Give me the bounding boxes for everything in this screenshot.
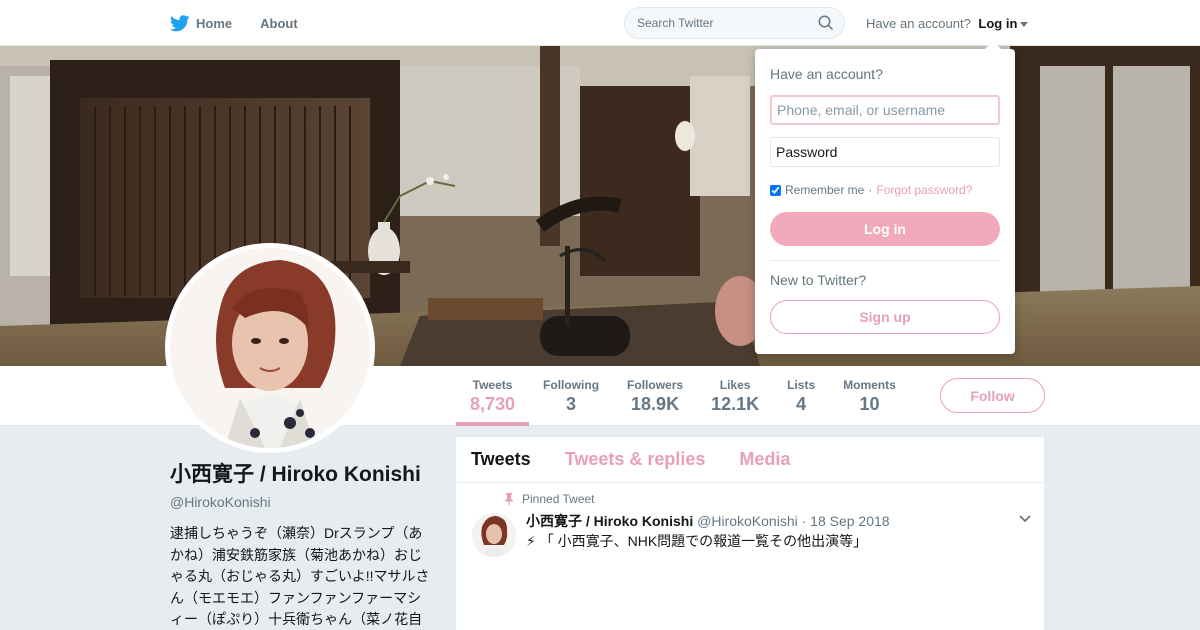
stat-value: 12.1K <box>711 394 760 414</box>
search-input[interactable] <box>637 16 818 30</box>
username-field[interactable] <box>770 95 1000 125</box>
tweet-author-name[interactable]: 小西寛子 / Hiroko Konishi <box>526 513 693 529</box>
follow-button[interactable]: Follow <box>940 378 1045 413</box>
profile-handle[interactable]: @HirokoKonishi <box>170 494 435 510</box>
forgot-password-link[interactable]: Forgot password? <box>876 183 972 197</box>
tab-tweets-replies[interactable]: Tweets & replies <box>565 449 706 470</box>
separator-dot: · <box>868 183 873 197</box>
stat-value: 4 <box>796 394 807 414</box>
pinned-indicator: Pinned Tweet <box>504 492 595 506</box>
search-icon[interactable] <box>818 15 834 31</box>
profile-info: 小西寛子 / Hiroko Konishi @HirokoKonishi 逮捕し… <box>170 462 435 630</box>
stat-label: Lists <box>787 378 816 392</box>
top-nav: Home About Have an account? Log in <box>0 0 1200 46</box>
profile-bio: 逮捕しちゃうぞ（瀬奈）Drスランプ（あかね）浦安鉄筋家族（菊池あかね）おじゃる丸… <box>170 525 430 627</box>
remember-label: Remember me <box>785 183 865 197</box>
stat-tweets[interactable]: Tweets 8,730 <box>456 366 530 426</box>
signup-button[interactable]: Sign up <box>770 300 1000 334</box>
tweet-author-handle[interactable]: @HirokoKonishi <box>697 513 798 529</box>
login-link[interactable]: Log in <box>978 15 1029 31</box>
stat-label: Followers <box>627 378 684 392</box>
stat-followers[interactable]: Followers 18.9K <box>613 366 697 426</box>
remember-row: Remember me · Forgot password? <box>770 183 972 197</box>
pinned-label: Pinned Tweet <box>522 492 595 506</box>
divider <box>770 260 1000 261</box>
login-link-label: Log in <box>978 15 1018 31</box>
password-field[interactable] <box>770 137 1000 167</box>
have-account: Have an account? Log in <box>866 15 1029 31</box>
stat-label: Tweets <box>472 378 513 392</box>
login-dropdown: Have an account? Remember me · Forgot pa… <box>755 41 1015 354</box>
tweet-header: 小西寛子 / Hiroko Konishi @HirokoKonishi · 1… <box>526 511 890 531</box>
login-dropdown-title: Have an account? <box>770 66 883 82</box>
timeline-tabs: Tweets Tweets & replies Media <box>456 437 1044 483</box>
stat-lists[interactable]: Lists 4 <box>773 366 829 426</box>
caret-down-icon <box>1020 21 1029 27</box>
chevron-down-icon[interactable] <box>1019 515 1031 523</box>
search-box <box>624 7 845 39</box>
nav-right: Have an account? Log in <box>624 7 1029 39</box>
login-button[interactable]: Log in <box>770 212 1000 246</box>
new-to-twitter-text: New to Twitter? <box>770 272 867 288</box>
avatar-image <box>170 248 370 448</box>
stat-label: Likes <box>719 378 751 392</box>
stat-moments[interactable]: Moments 10 <box>829 366 910 426</box>
stat-label: Following <box>543 378 600 392</box>
nav-left: Home About <box>170 0 298 46</box>
nav-home-label: Home <box>196 15 233 31</box>
stat-value: 18.9K <box>631 394 680 414</box>
profile-avatar[interactable] <box>165 243 375 453</box>
stat-value: 3 <box>566 394 577 414</box>
stat-value: 8,730 <box>470 394 516 414</box>
profile-stats: Tweets 8,730 Following 3 Followers 18.9K… <box>456 366 910 426</box>
remember-checkbox[interactable] <box>770 184 781 196</box>
stat-following[interactable]: Following 3 <box>529 366 613 426</box>
pinned-tweet[interactable]: Pinned Tweet 小西寛子 / Hiroko Konishi @Hiro… <box>456 483 1044 630</box>
tab-tweets[interactable]: Tweets <box>471 449 531 470</box>
tweet-avatar[interactable] <box>472 513 516 557</box>
nav-home-link[interactable]: Home <box>170 14 233 32</box>
tweet-avatar-image <box>472 513 516 557</box>
stat-likes[interactable]: Likes 12.1K <box>697 366 773 426</box>
profile-name[interactable]: 小西寛子 / Hiroko Konishi <box>170 462 435 488</box>
stat-value: 10 <box>859 394 880 414</box>
nav-about-link[interactable]: About <box>260 16 298 31</box>
twitter-bird-icon <box>170 14 190 31</box>
have-account-text: Have an account? <box>866 15 971 31</box>
tweet-text: ⚡ 「 小西寛子、NHK問題での報道一覧その他出演等」 <box>526 533 868 549</box>
stat-label: Moments <box>843 378 896 392</box>
tab-media[interactable]: Media <box>739 449 790 470</box>
pin-icon <box>505 493 513 505</box>
tweet-date[interactable]: · 18 Sep 2018 <box>802 513 890 529</box>
timeline: Tweets Tweets & replies Media Pinned Twe… <box>456 437 1044 630</box>
